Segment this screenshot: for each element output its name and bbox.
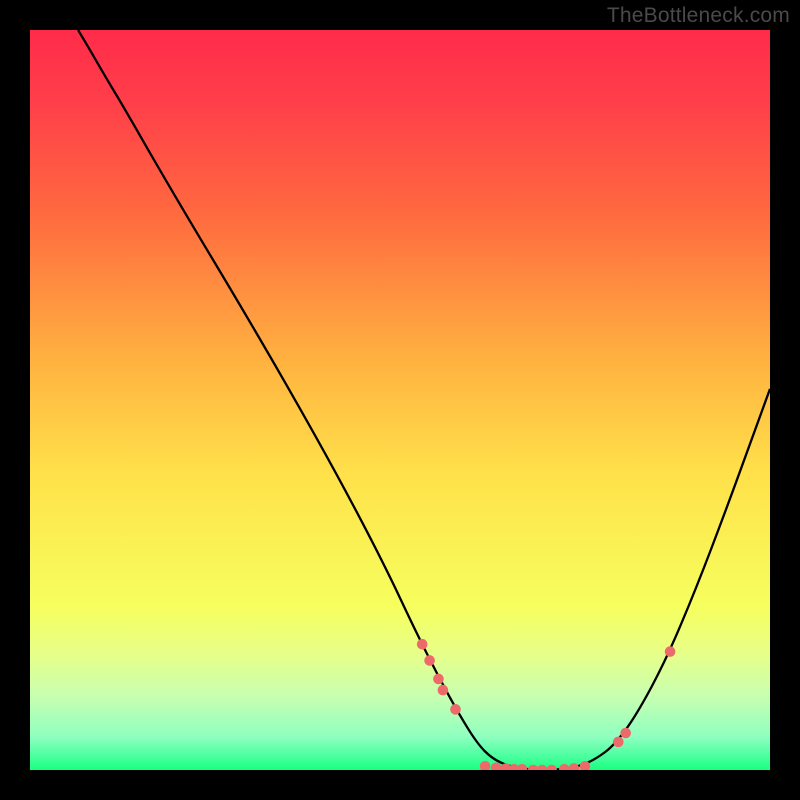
marker-point	[613, 737, 624, 748]
marker-point	[433, 674, 444, 685]
marker-point	[417, 639, 428, 650]
plot-area	[30, 30, 770, 770]
marker-point	[665, 646, 676, 657]
chart-stage: TheBottleneck.com	[0, 0, 800, 800]
marker-point	[438, 685, 449, 696]
bottleneck-chart	[30, 30, 770, 770]
marker-point	[620, 728, 631, 739]
watermark-text: TheBottleneck.com	[607, 4, 790, 28]
marker-point	[424, 655, 435, 666]
gradient-background	[30, 30, 770, 770]
marker-point	[450, 704, 461, 715]
